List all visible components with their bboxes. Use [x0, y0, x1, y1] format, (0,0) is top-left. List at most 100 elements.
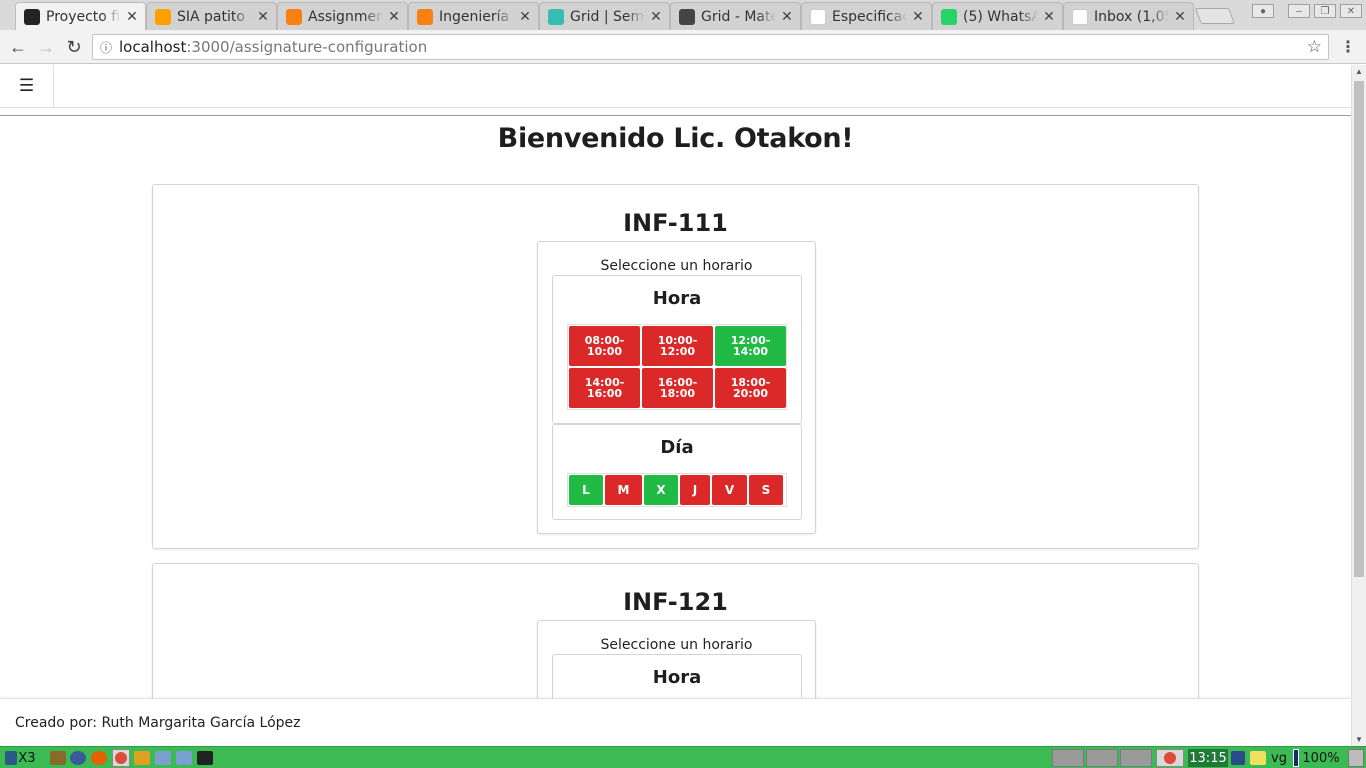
schedule-selector: Seleccione un horario Hora 08:00-10:00 10… [537, 241, 816, 534]
firebase-icon [155, 8, 171, 25]
profile-button[interactable]: ● [1252, 4, 1274, 18]
browser-tab[interactable]: Assignments✕ [277, 2, 408, 30]
schedule-prompt: Seleccione un horario [600, 637, 753, 653]
tab-label: SIA patito - Firebase [177, 8, 252, 25]
close-tab-icon[interactable]: ✕ [911, 9, 925, 25]
mui-icon [679, 8, 695, 25]
close-tab-icon[interactable]: ✕ [1173, 9, 1187, 25]
maximize-button[interactable]: ❐ [1314, 4, 1336, 18]
hour-slot-button[interactable]: 08:00-10:00 [569, 326, 640, 366]
app-launcher-icon[interactable] [50, 749, 66, 767]
whatsapp-icon [941, 8, 957, 25]
browser-tab[interactable]: (5) WhatsApp✕ [932, 2, 1063, 30]
chrome-taskbar-icon[interactable] [112, 749, 130, 767]
battery-icon [1293, 749, 1299, 767]
app-bar: ☰ [0, 65, 1351, 108]
desktop-taskbar: X3 13:15 vg 100% [0, 746, 1366, 768]
close-tab-icon[interactable]: ✕ [780, 9, 794, 25]
close-tab-icon[interactable]: ✕ [649, 9, 663, 25]
window-icon[interactable] [155, 749, 171, 767]
hamburger-menu-icon[interactable]: ☰ [0, 65, 54, 107]
start-menu-icon[interactable] [4, 749, 18, 767]
course-card: INF-111 Seleccione un horario Hora 08:00… [152, 184, 1199, 549]
day-button[interactable]: X [644, 475, 678, 505]
hour-slot-button[interactable]: 18:00-20:00 [715, 368, 786, 408]
address-host: localhost [119, 38, 187, 56]
minimize-button[interactable]: – [1288, 4, 1310, 18]
info-icon[interactable]: ⓘ [93, 39, 119, 56]
browser-tab[interactable]: Ingeniería de Software✕ [408, 2, 539, 30]
show-desktop-button[interactable] [1348, 749, 1364, 767]
tab-label: Grid - Material-UI [701, 8, 776, 25]
browser-tab[interactable]: Inbox (1,05 ✕ [1063, 2, 1194, 30]
tab-label: Inbox (1,05 [1094, 8, 1169, 25]
hour-panel-title: Hora [652, 288, 702, 309]
network-signal-icon[interactable] [1230, 749, 1246, 767]
clock[interactable]: 13:15 [1188, 749, 1228, 767]
moodle-icon [417, 8, 433, 25]
settings-launcher-icon[interactable] [70, 749, 86, 767]
hour-slot-button[interactable]: 14:00-16:00 [569, 368, 640, 408]
browser-tab[interactable]: SIA patito - Firebase✕ [146, 2, 277, 30]
mail-launcher-icon[interactable] [134, 749, 150, 767]
tab-label: Assignments [308, 8, 383, 25]
header-divider [0, 115, 1351, 116]
address-bar[interactable]: ⓘ localhost:3000/assignature-configurati… [92, 34, 1329, 60]
window-icon[interactable] [176, 749, 192, 767]
semantic-icon [548, 8, 564, 25]
page-scrollbar[interactable]: ▲ ▼ [1351, 65, 1366, 746]
day-panel: Día LMXJVS [552, 424, 802, 520]
wikipedia-icon [810, 8, 826, 25]
course-code: INF-111 [623, 209, 728, 237]
hour-slot-button[interactable]: 16:00-18:00 [642, 368, 713, 408]
close-tab-icon[interactable]: ✕ [387, 9, 401, 25]
browser-tab[interactable]: Especificación✕ [801, 2, 932, 30]
workspace-button[interactable] [1086, 749, 1118, 767]
scroll-down-arrow-icon[interactable]: ▼ [1352, 735, 1366, 744]
close-tab-icon[interactable]: ✕ [518, 9, 532, 25]
day-button[interactable]: M [605, 475, 642, 505]
workspace-button[interactable] [1120, 749, 1152, 767]
close-tab-icon[interactable]: ✕ [125, 9, 139, 25]
reload-icon[interactable]: ↻ [63, 36, 85, 58]
firefox-icon[interactable] [91, 749, 107, 767]
battery-level: 100% [1302, 750, 1340, 766]
hour-panel-title: Hora [652, 667, 702, 688]
scroll-up-arrow-icon[interactable]: ▲ [1352, 67, 1366, 76]
day-button[interactable]: S [749, 475, 783, 505]
tab-label: Proyecto final [46, 8, 121, 25]
scrollbar-thumb[interactable] [1354, 81, 1364, 577]
hour-slot-button[interactable]: 12:00-14:00 [715, 326, 786, 366]
back-arrow-icon[interactable]: ← [7, 36, 29, 58]
footer-credit: Creado por: Ruth Margarita García López [15, 714, 301, 731]
hour-panel: Hora 08:00-10:00 10:00-12:00 12:00-14:00 14… [552, 275, 802, 424]
keyboard-layout[interactable]: vg [1268, 749, 1290, 767]
browser-tab[interactable]: Grid | Semantic UI✕ [539, 2, 670, 30]
close-tab-icon[interactable]: ✕ [1042, 9, 1056, 25]
hour-slot-button[interactable]: 10:00-12:00 [642, 326, 713, 366]
new-tab-button[interactable] [1195, 8, 1235, 24]
day-panel-title: Día [660, 437, 694, 458]
course-code: INF-121 [623, 588, 728, 616]
browser-tab[interactable]: Proyecto final✕ [15, 2, 146, 30]
close-tab-icon[interactable]: ✕ [256, 9, 270, 25]
bookmark-star-icon[interactable]: ☆ [1307, 37, 1322, 57]
page-footer: Creado por: Ruth Margarita García López [0, 698, 1351, 746]
close-window-button[interactable]: ✕ [1340, 4, 1362, 18]
day-button[interactable]: L [569, 475, 603, 505]
forward-arrow-icon[interactable]: → [35, 36, 57, 58]
wm-label: X3 [18, 750, 36, 766]
notes-icon[interactable] [1250, 749, 1266, 767]
gmail-icon [1072, 8, 1088, 25]
tab-label: Grid | Semantic UI [570, 8, 645, 25]
day-button[interactable]: V [712, 475, 747, 505]
tab-label: Especificación [832, 8, 907, 25]
browser-menu-icon[interactable]: ⋮ [1340, 37, 1356, 57]
day-button[interactable]: J [680, 475, 710, 505]
page-viewport: ☰ Bienvenido Lic. Otakon! INF-111 Selecc… [0, 65, 1351, 746]
browser-tab[interactable]: Grid - Material-UI✕ [670, 2, 801, 30]
terminal-icon[interactable] [197, 749, 213, 767]
moodle-icon [286, 8, 302, 25]
workspace-button[interactable] [1052, 749, 1084, 767]
chrome-tray-icon[interactable] [1156, 749, 1184, 767]
